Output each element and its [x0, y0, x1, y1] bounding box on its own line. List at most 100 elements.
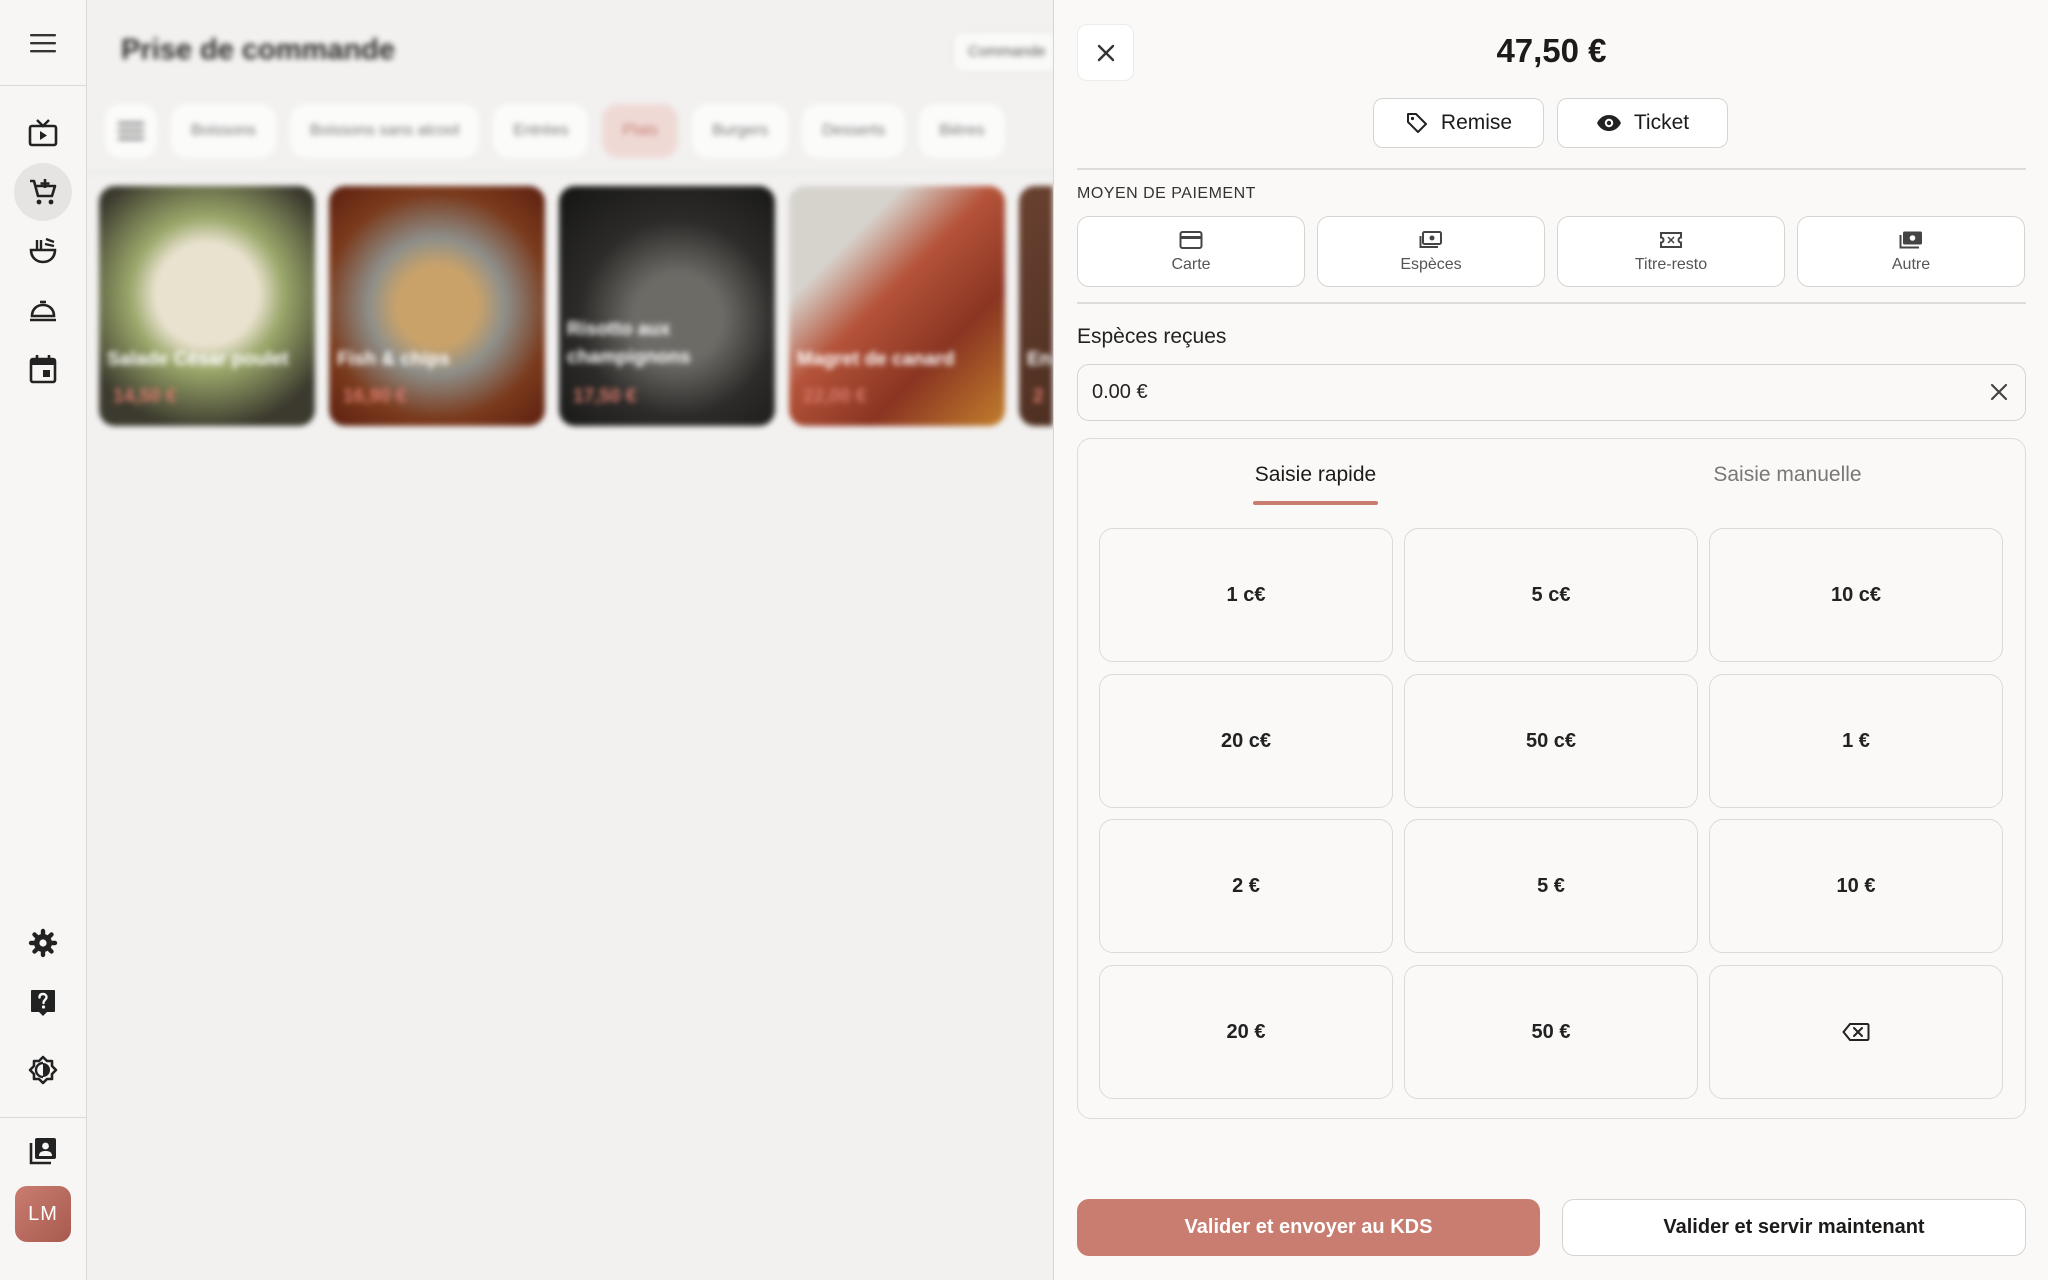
rail-service-button[interactable]: [14, 281, 72, 339]
ticket-button[interactable]: Ticket: [1557, 98, 1728, 148]
order-screen-background: Prise de commande Commande Boissons Bois…: [87, 0, 1053, 1280]
tab-quick-entry[interactable]: Saisie rapide: [1198, 463, 1433, 487]
room-service-icon: [30, 300, 56, 322]
eye-icon: [1596, 115, 1621, 131]
category-chip: Boissons sans alcool: [289, 104, 480, 158]
backspace-key[interactable]: [1709, 965, 2003, 1099]
product-price: 17,50 €: [573, 386, 637, 407]
tab-manual-entry[interactable]: Saisie manuelle: [1670, 463, 1905, 487]
cash-received-field: [1077, 364, 2026, 421]
product-price: 2: [1033, 386, 1044, 407]
add-to-cart-icon: [30, 179, 57, 205]
amount-key[interactable]: 1 €: [1709, 674, 2003, 808]
category-divider: [87, 172, 1053, 173]
product-card: Risotto aux champignons 17,50 €: [559, 186, 775, 426]
ramen-icon: [29, 237, 57, 264]
product-name: Magret de canard: [797, 349, 955, 370]
order-total: 47,50 €: [1496, 32, 1607, 69]
validate-send-kds-button[interactable]: Valider et envoyer au KDS: [1077, 1199, 1540, 1256]
amount-key[interactable]: 5 c€: [1404, 528, 1698, 662]
cash-icon: [1419, 230, 1442, 248]
amount-key[interactable]: 2 €: [1099, 819, 1393, 953]
amount-key[interactable]: 5 €: [1404, 819, 1698, 953]
rail-calendar-button[interactable]: [14, 340, 72, 398]
navigation-rail: LM: [0, 0, 87, 1280]
payment-method-meal-voucher[interactable]: Titre-resto: [1557, 216, 1785, 287]
category-chip: Entrées: [493, 104, 589, 158]
payment-method-heading: MOYEN DE PAIEMENT: [1077, 185, 1256, 202]
product-price: 22,00 €: [803, 386, 867, 407]
cash-received-input[interactable]: [1092, 365, 1952, 419]
cash-entry-card: Saisie rapide Saisie manuelle 1 c€ 5 c€ …: [1077, 438, 2026, 1119]
amount-key[interactable]: 10 c€: [1709, 528, 2003, 662]
contacts-icon: [29, 1138, 56, 1165]
product-card: En 2: [1019, 186, 1053, 426]
avatar-initials: LM: [28, 1202, 58, 1225]
product-name: En: [1027, 349, 1052, 370]
help-icon: [31, 990, 55, 1016]
list-icon: [118, 122, 144, 140]
settings-icon: [28, 928, 58, 958]
ticket-label: Ticket: [1633, 111, 1690, 134]
product-card: Fish & chips 16,90 €: [329, 186, 545, 426]
product-name: Salade César poulet: [107, 349, 289, 370]
divider: [1077, 302, 2026, 304]
rail-divider: [0, 1117, 86, 1118]
product-card: Salade César poulet 14,50 €: [99, 186, 315, 426]
menu-icon: [30, 33, 56, 52]
payment-method-label: Autre: [1891, 255, 1931, 273]
payment-method-label: Espèces: [1400, 255, 1462, 273]
rail-settings-button[interactable]: [14, 914, 72, 972]
discount-button[interactable]: Remise: [1373, 98, 1544, 148]
user-avatar[interactable]: LM: [15, 1186, 71, 1242]
menu-button[interactable]: [0, 0, 86, 86]
payment-method-label: Titre-resto: [1634, 255, 1708, 273]
amount-key[interactable]: 20 €: [1099, 965, 1393, 1099]
ticket-icon: [1660, 231, 1682, 248]
category-list-button: [105, 104, 157, 158]
calendar-icon: [29, 355, 57, 384]
amount-key[interactable]: 10 €: [1709, 819, 2003, 953]
product-price: 14,50 €: [113, 386, 177, 407]
rail-theme-button[interactable]: [14, 1041, 72, 1099]
rail-live-button[interactable]: [14, 104, 72, 162]
rail-order-button[interactable]: [14, 163, 72, 221]
product-name: Risotto aux champignons: [567, 319, 691, 368]
payments-icon: [1899, 231, 1922, 248]
category-chip: Burgers: [692, 104, 789, 158]
category-chip: Boissons: [171, 104, 276, 158]
payment-method-other[interactable]: Autre: [1797, 216, 2025, 287]
credit-card-icon: [1179, 230, 1203, 249]
rail-kitchen-button[interactable]: [14, 222, 72, 280]
product-price: 16,90 €: [343, 386, 407, 407]
divider: [1077, 168, 2026, 170]
brightness-icon: [28, 1055, 58, 1085]
cash-received-label: Espèces reçues: [1077, 325, 1227, 348]
payment-method-card[interactable]: Carte: [1077, 216, 1305, 287]
category-bar: Boissons Boissons sans alcool Entrées Pl…: [105, 104, 1005, 158]
category-chip: Desserts: [802, 104, 906, 158]
page-title: Prise de commande: [121, 34, 395, 66]
amount-key[interactable]: 1 c€: [1099, 528, 1393, 662]
live-tv-icon: [28, 119, 58, 147]
amount-key[interactable]: 50 c€: [1404, 674, 1698, 808]
product-name: Fish & chips: [337, 349, 450, 370]
active-tab-indicator: [1253, 501, 1378, 505]
product-card: Magret de canard 22,00 €: [789, 186, 1005, 426]
tag-icon: [1406, 113, 1427, 133]
payment-method-cash[interactable]: Espèces: [1317, 216, 1545, 287]
product-grid: Salade César poulet 14,50 € Fish & chips…: [99, 186, 1053, 426]
payment-panel: 47,50 € Remise Ticket MOYEN DE PAIEMENT …: [1053, 0, 2048, 1280]
rail-help-button[interactable]: [14, 974, 72, 1032]
command-button: Commande: [953, 32, 1053, 72]
backspace-icon: [1842, 1023, 1870, 1041]
discount-label: Remise: [1440, 111, 1513, 134]
payment-method-label: Carte: [1171, 255, 1211, 273]
clear-icon[interactable]: [1989, 382, 2009, 402]
amount-key[interactable]: 20 c€: [1099, 674, 1393, 808]
validate-serve-now-button[interactable]: Valider et servir maintenant: [1562, 1199, 2026, 1256]
amount-key[interactable]: 50 €: [1404, 965, 1698, 1099]
category-chip: Bières: [919, 104, 1005, 158]
category-chip-selected: Plats: [602, 104, 679, 158]
rail-contacts-button[interactable]: [14, 1122, 72, 1180]
